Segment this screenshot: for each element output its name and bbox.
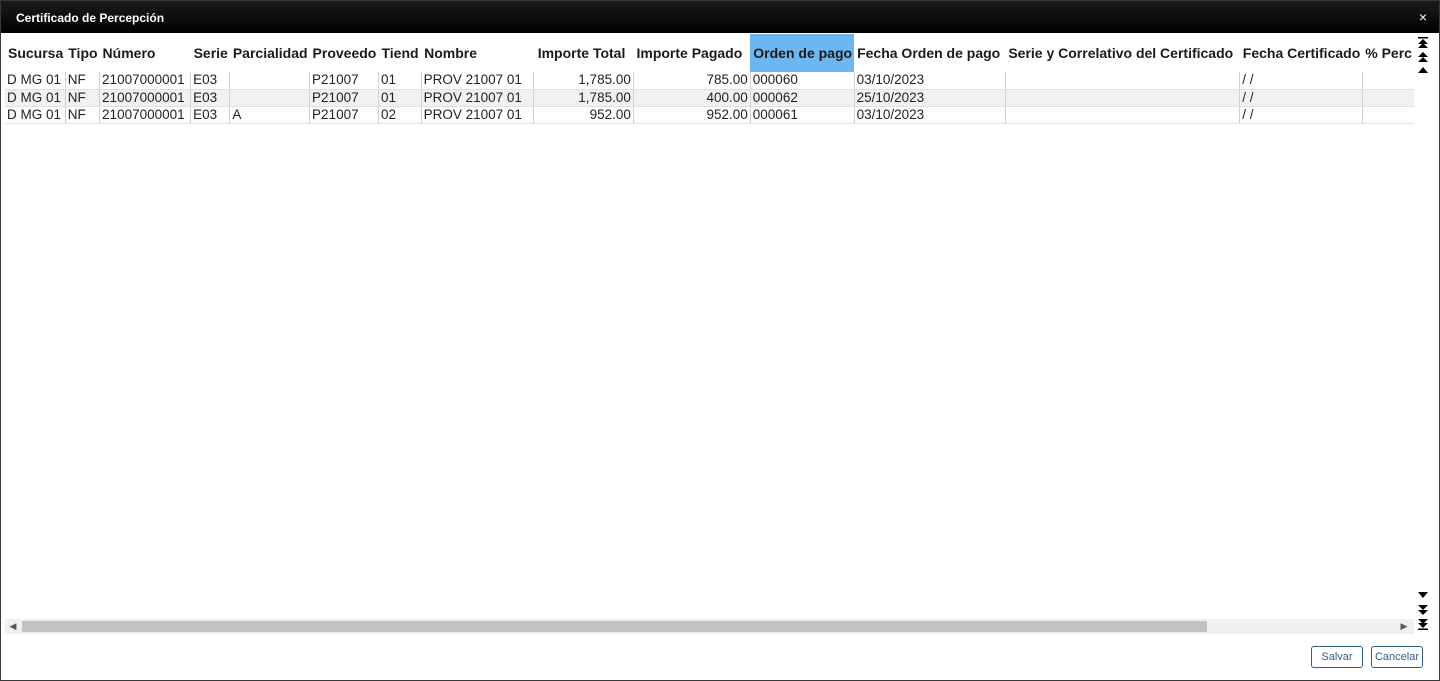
cell-proveedor[interactable]: P21007 (309, 106, 379, 124)
cell-importe-pagado[interactable]: 400.00 (633, 89, 751, 107)
cell-percent-perc[interactable] (1362, 89, 1416, 107)
cell-serie-correlativo[interactable] (1005, 106, 1241, 124)
cell-tienda[interactable]: 02 (378, 106, 422, 124)
scroll-up-icon[interactable] (1416, 65, 1430, 78)
cell-importe-total[interactable]: 952.00 (533, 106, 634, 124)
cell-numero[interactable]: 21007000001 (99, 89, 192, 107)
cell-orden-de-pago[interactable]: 000062 (750, 89, 855, 107)
col-header-nombre[interactable]: Nombre (421, 34, 534, 72)
cell-serie[interactable]: E03 (190, 106, 231, 124)
scroll-left-icon[interactable]: ◀ (7, 620, 19, 633)
horizontal-scrollbar[interactable]: ◀ ▶ (5, 619, 1414, 634)
scroll-down-icon[interactable] (1416, 590, 1430, 603)
cell-fecha-orden-pago[interactable]: 25/10/2023 (854, 89, 1006, 107)
close-icon[interactable]: × (1417, 10, 1429, 24)
table-row[interactable]: D MG 01 NF 21007000001 E03 P21007 01 PRO… (5, 89, 1416, 107)
cell-tipo[interactable]: NF (65, 72, 101, 90)
col-header-proveedor[interactable]: Proveedo (309, 34, 379, 72)
col-header-fecha-certificado[interactable]: Fecha Certificado (1239, 34, 1363, 72)
cell-orden-de-pago[interactable]: 000060 (750, 72, 855, 90)
col-header-numero[interactable]: Número (99, 34, 191, 72)
col-header-importe-total[interactable]: Importe Total (533, 34, 634, 72)
grid-header-row: Sucursa Tipo Número Serie Parcialidad Pr… (5, 34, 1416, 72)
cell-serie[interactable]: E03 (190, 89, 231, 107)
table-row[interactable]: D MG 01 NF 21007000001 E03 A P21007 02 P… (5, 106, 1416, 124)
cell-fecha-certificado[interactable]: / / (1239, 72, 1363, 90)
cell-nombre[interactable]: PROV 21007 01 (421, 89, 535, 107)
cell-numero[interactable]: 21007000001 (99, 106, 192, 124)
col-header-tipo[interactable]: Tipo (65, 34, 100, 72)
cell-numero[interactable]: 21007000001 (99, 72, 192, 90)
col-header-serie-correlativo[interactable]: Serie y Correlativo del Certificado (1005, 34, 1240, 72)
cell-sucursal[interactable]: D MG 01 (5, 72, 66, 90)
cell-importe-pagado[interactable]: 952.00 (633, 106, 751, 124)
cell-fecha-orden-pago[interactable]: 03/10/2023 (854, 106, 1006, 124)
table-row[interactable]: D MG 01 NF 21007000001 E03 P21007 01 PRO… (5, 72, 1416, 90)
scroll-page-up-icon[interactable] (1416, 51, 1430, 64)
cell-tienda[interactable]: 01 (378, 72, 422, 90)
cell-tipo[interactable]: NF (65, 89, 101, 107)
cell-orden-de-pago[interactable]: 000061 (750, 106, 855, 124)
scroll-first-icon[interactable] (1416, 36, 1430, 49)
cell-importe-total[interactable]: 1,785.00 (533, 72, 634, 90)
cell-fecha-certificado[interactable]: / / (1239, 89, 1363, 107)
col-header-importe-pagado[interactable]: Importe Pagado (633, 34, 751, 72)
cell-fecha-orden-pago[interactable]: 03/10/2023 (854, 72, 1006, 90)
cell-nombre[interactable]: PROV 21007 01 (421, 72, 535, 90)
cell-parcialidad[interactable]: A (229, 106, 311, 124)
cell-fecha-certificado[interactable]: / / (1239, 106, 1363, 124)
cell-sucursal[interactable]: D MG 01 (5, 89, 66, 107)
cell-importe-total[interactable]: 1,785.00 (533, 89, 634, 107)
cell-nombre[interactable]: PROV 21007 01 (421, 106, 535, 124)
cell-importe-pagado[interactable]: 785.00 (633, 72, 751, 90)
col-header-fecha-orden-pago[interactable]: Fecha Orden de pago (854, 34, 1006, 72)
cell-proveedor[interactable]: P21007 (309, 89, 379, 107)
save-button[interactable]: Salvar (1311, 646, 1363, 668)
col-header-percent-perc[interactable]: % Perc (1362, 34, 1416, 72)
cell-sucursal[interactable]: D MG 01 (5, 106, 66, 124)
cell-serie-correlativo[interactable] (1005, 72, 1241, 90)
cancel-button[interactable]: Cancelar (1371, 646, 1423, 668)
col-header-orden-de-pago[interactable]: Orden de pago (750, 34, 855, 72)
cell-tipo[interactable]: NF (65, 106, 101, 124)
data-grid: Sucursa Tipo Número Serie Parcialidad Pr… (5, 34, 1416, 124)
cell-parcialidad[interactable] (229, 89, 311, 107)
scroll-page-down-icon[interactable] (1416, 604, 1430, 617)
cell-proveedor[interactable]: P21007 (309, 72, 379, 90)
scroll-right-icon[interactable]: ▶ (1398, 620, 1410, 633)
dialog-title: Certificado de Percepción (16, 11, 165, 25)
cell-serie-correlativo[interactable] (1005, 89, 1241, 107)
grid-container: Sucursa Tipo Número Serie Parcialidad Pr… (5, 34, 1416, 619)
cell-parcialidad[interactable] (229, 72, 311, 90)
certificado-dialog: Certificado de Percepción × Sucursa Tipo… (0, 0, 1440, 681)
col-header-tienda[interactable]: Tiend (378, 34, 422, 72)
scroll-last-icon[interactable] (1416, 619, 1430, 632)
vertical-scroll-controls (1414, 34, 1432, 634)
horizontal-scroll-thumb[interactable] (22, 621, 1207, 632)
dialog-titlebar[interactable]: Certificado de Percepción × (1, 1, 1439, 33)
cell-serie[interactable]: E03 (190, 72, 231, 90)
cell-percent-perc[interactable] (1362, 72, 1416, 90)
col-header-parcialidad[interactable]: Parcialidad (229, 34, 310, 72)
cell-percent-perc[interactable] (1362, 106, 1416, 124)
col-header-sucursal[interactable]: Sucursa (5, 34, 66, 72)
col-header-serie[interactable]: Serie (190, 34, 230, 72)
cell-tienda[interactable]: 01 (378, 89, 422, 107)
